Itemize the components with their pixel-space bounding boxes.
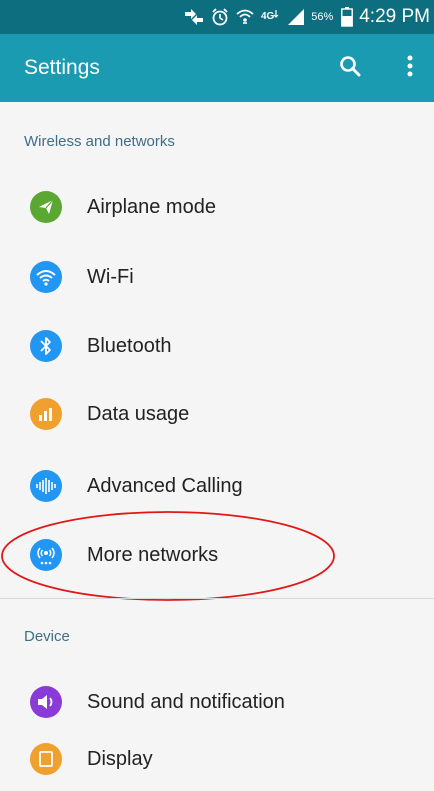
page-title: Settings bbox=[24, 56, 100, 79]
svg-text:4G: 4G bbox=[261, 11, 275, 22]
search-button[interactable] bbox=[330, 48, 370, 88]
list-item-wifi[interactable]: Wi-Fi bbox=[0, 245, 434, 309]
battery-percent: 56% bbox=[311, 11, 334, 23]
alarm-icon bbox=[211, 8, 229, 26]
more-networks-icon bbox=[30, 539, 62, 571]
signal-icon bbox=[287, 8, 305, 26]
section-header-wireless: Wireless and networks bbox=[24, 133, 175, 150]
status-bar: 4G 56% 4:29 PM bbox=[0, 0, 434, 34]
sync-icon bbox=[183, 8, 205, 26]
list-item-label: Airplane mode bbox=[87, 196, 216, 218]
section-header-device: Device bbox=[24, 628, 70, 645]
app-bar: Settings bbox=[0, 34, 434, 102]
list-item-more-networks[interactable]: More networks bbox=[0, 523, 434, 587]
list-item-label: Display bbox=[87, 748, 153, 770]
list-item-advanced-calling[interactable]: Advanced Calling bbox=[0, 454, 434, 518]
list-item-display[interactable]: Display bbox=[0, 727, 434, 791]
lte-icon: 4G bbox=[261, 8, 281, 26]
bluetooth-icon bbox=[30, 330, 62, 362]
wifi-icon bbox=[30, 261, 62, 293]
data-usage-icon bbox=[30, 398, 62, 430]
more-options-button[interactable] bbox=[390, 48, 430, 88]
advanced-calling-icon bbox=[30, 470, 62, 502]
list-item-bluetooth[interactable]: Bluetooth bbox=[0, 314, 434, 378]
list-item-data-usage[interactable]: Data usage bbox=[0, 382, 434, 446]
wifi-calling-icon bbox=[235, 8, 255, 26]
status-icons: 4G 56% 4:29 PM bbox=[183, 0, 434, 34]
airplane-icon bbox=[30, 191, 62, 223]
list-item-sound-and-notification[interactable]: Sound and notification bbox=[0, 670, 434, 734]
clock: 4:29 PM bbox=[359, 6, 430, 27]
list-item-label: Sound and notification bbox=[87, 691, 285, 713]
display-icon bbox=[30, 743, 62, 775]
more-options-icon bbox=[407, 55, 413, 82]
list-item-label: Bluetooth bbox=[87, 335, 172, 357]
sound-icon bbox=[30, 686, 62, 718]
list-item-label: Advanced Calling bbox=[87, 475, 243, 497]
list-item-label: More networks bbox=[87, 544, 219, 566]
list-item-airplane-mode[interactable]: Airplane mode bbox=[0, 175, 434, 239]
battery-icon bbox=[341, 7, 354, 27]
list-item-label: Data usage bbox=[87, 403, 190, 425]
search-icon bbox=[339, 55, 361, 82]
divider bbox=[0, 598, 434, 599]
list-item-label: Wi-Fi bbox=[87, 266, 134, 288]
